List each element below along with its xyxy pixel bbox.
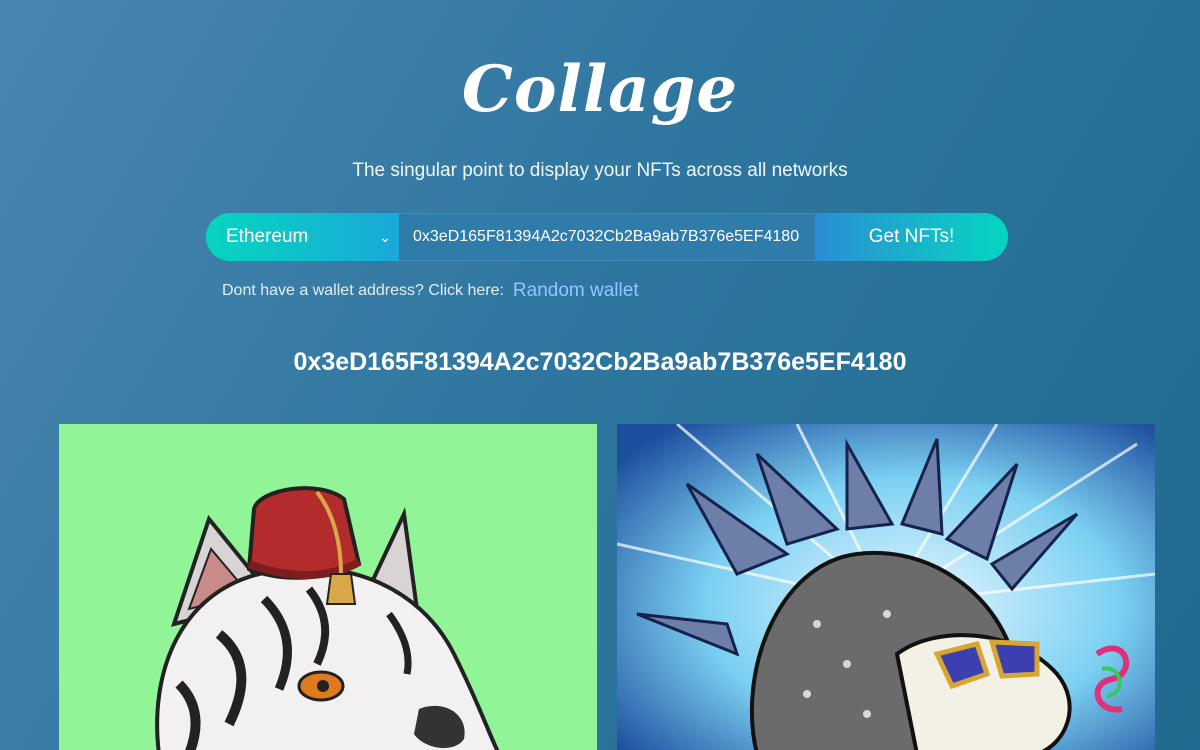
get-nfts-button[interactable]: Get NFTs!: [815, 213, 1008, 261]
random-wallet-helper: Dont have a wallet address? Click here: …: [222, 280, 639, 302]
nft-card[interactable]: [617, 424, 1155, 750]
chevron-down-icon: ⌄: [379, 228, 391, 245]
wallet-address-input[interactable]: [399, 213, 815, 261]
random-wallet-link[interactable]: Random wallet: [513, 280, 639, 302]
nft-card[interactable]: [59, 424, 597, 750]
helper-prompt: Dont have a wallet address? Click here:: [222, 282, 504, 299]
app-logo: Collage: [461, 52, 739, 127]
tagline: The singular point to display your NFTs …: [352, 160, 848, 181]
network-select[interactable]: Ethereum ⌄: [206, 213, 399, 261]
wallet-address-heading: 0x3eD165F81394A2c7032Cb2Ba9ab7B376e5EF41…: [293, 348, 907, 376]
nft-image-tiger: [155, 486, 500, 750]
nft-image-hedgehog: [617, 424, 1155, 750]
network-select-value: Ethereum: [226, 226, 309, 247]
wallet-search-form: Ethereum ⌄ Get NFTs!: [206, 213, 1008, 261]
